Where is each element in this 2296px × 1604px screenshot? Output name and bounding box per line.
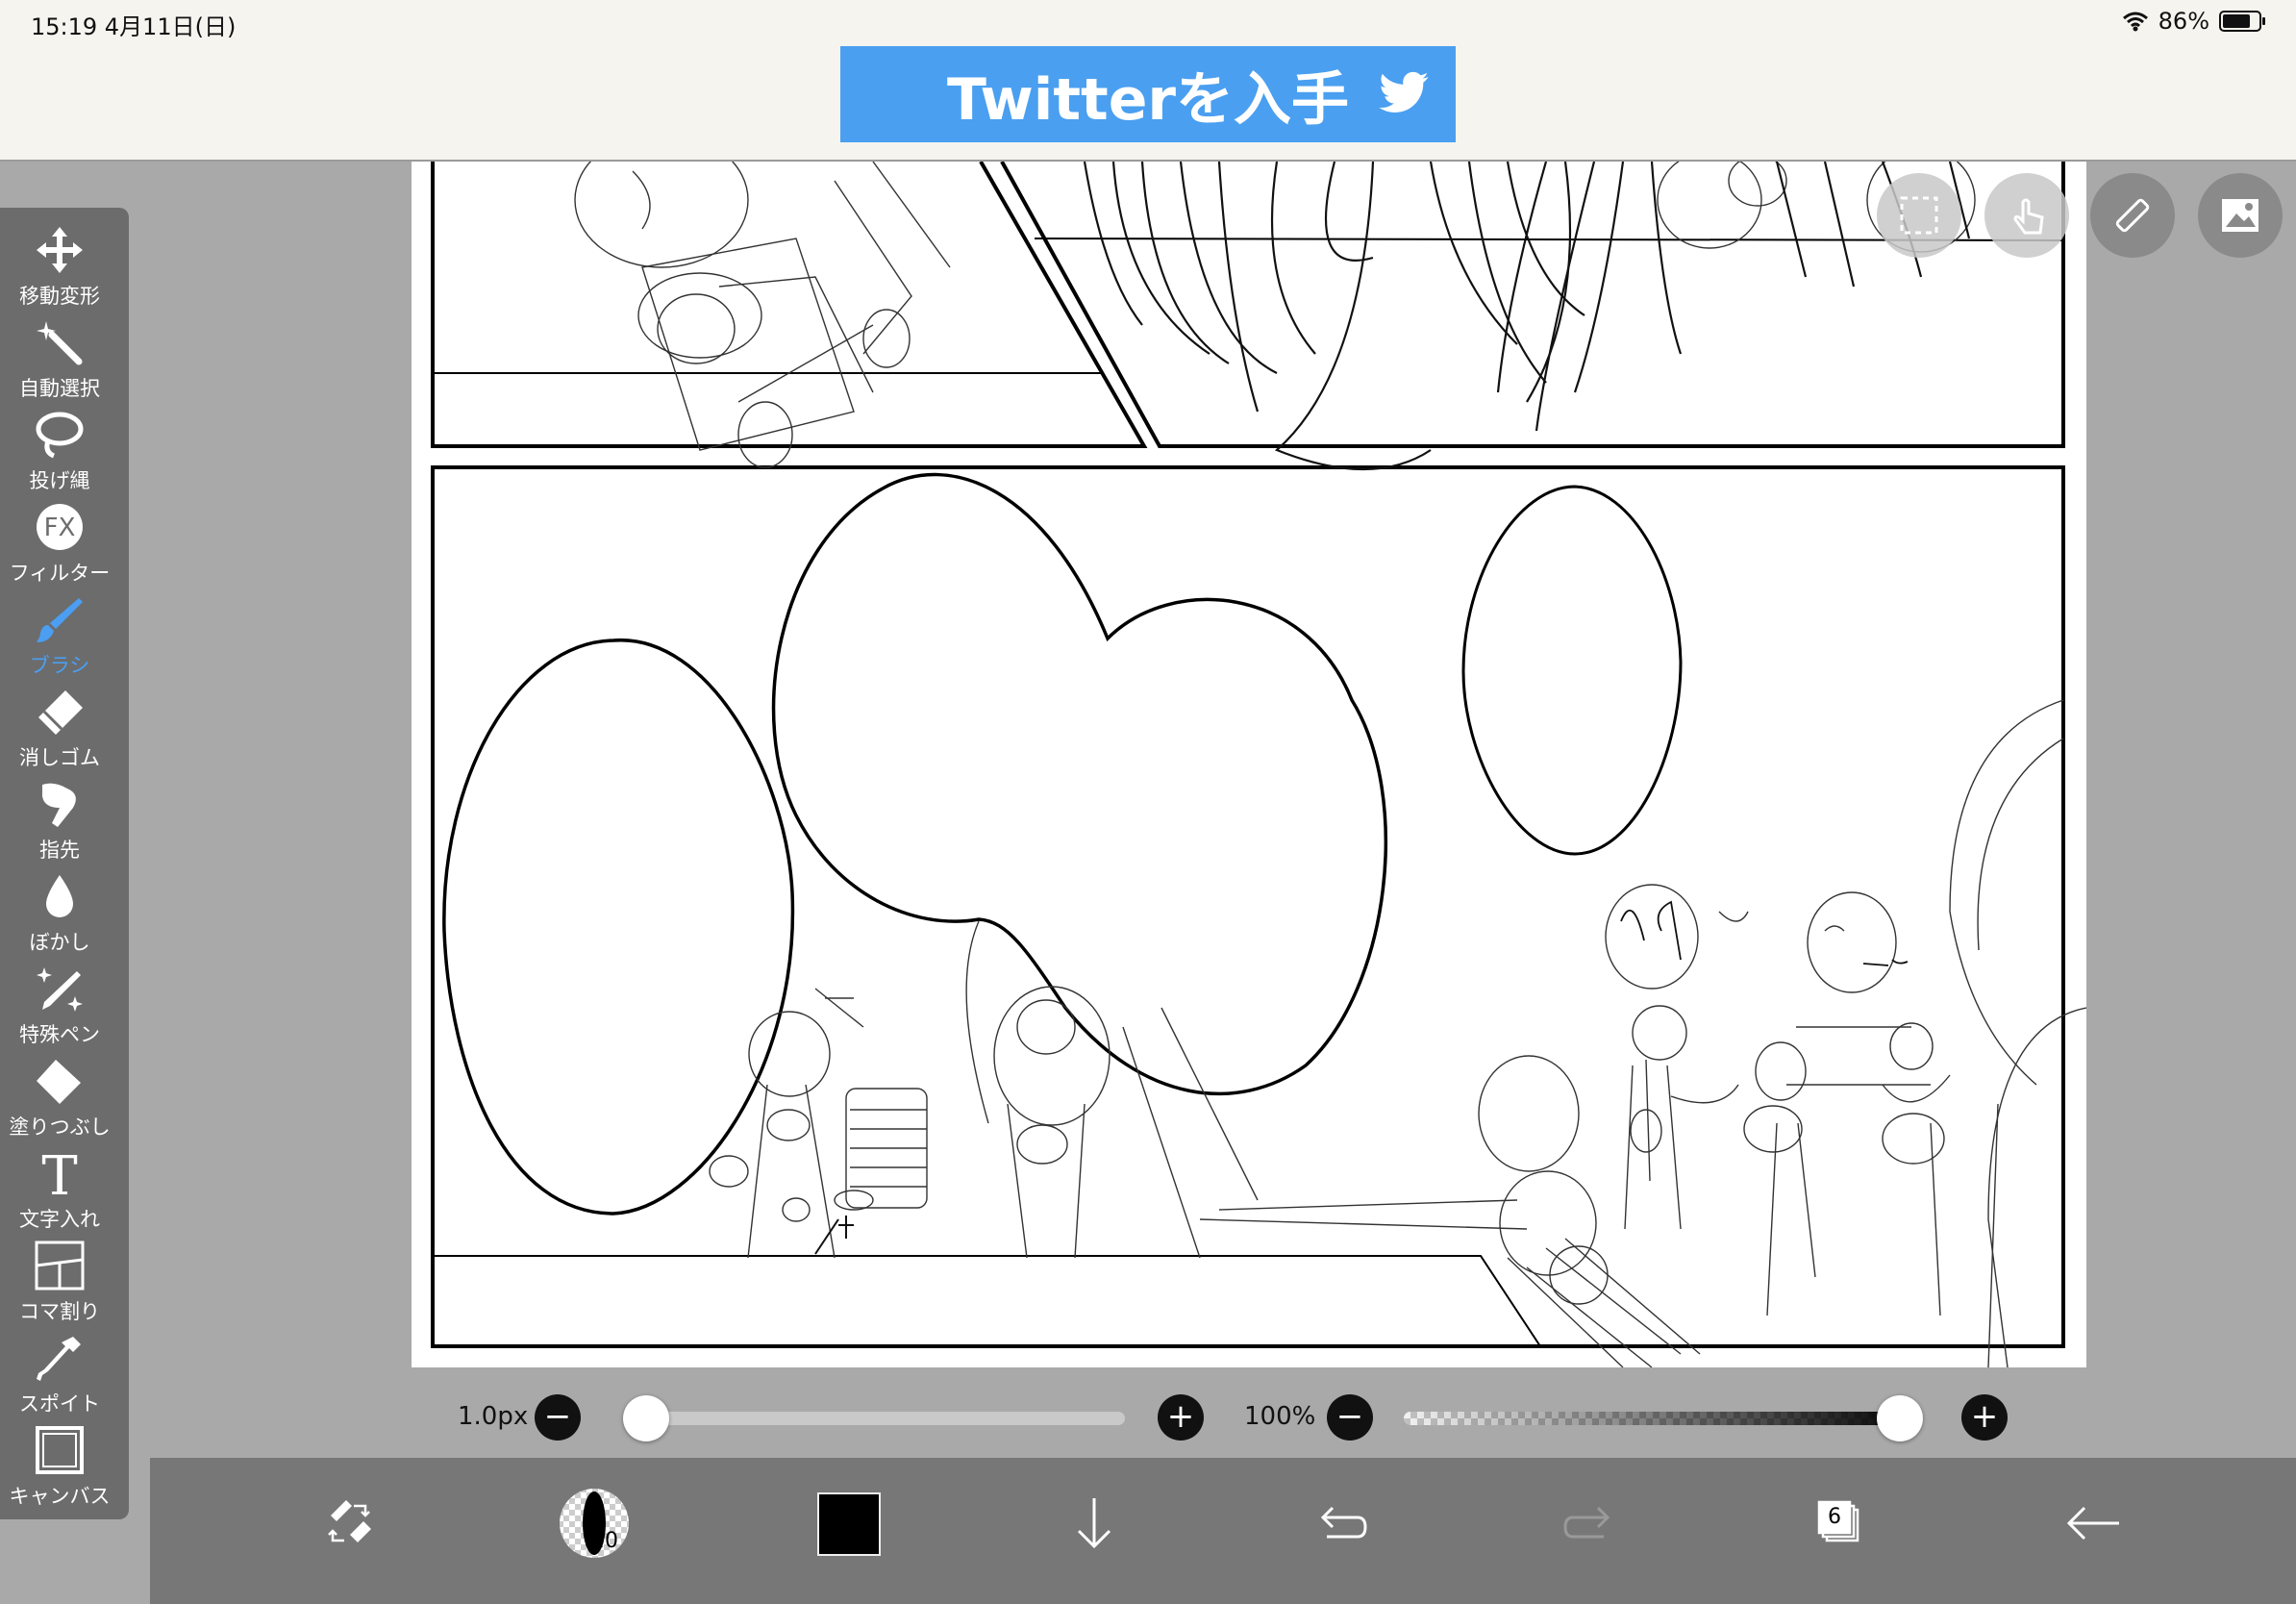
brush-size-label: 1.0px [458, 1402, 529, 1431]
ad-text: Twitterを入手 [947, 65, 1349, 134]
image-icon [2222, 199, 2259, 232]
tool-label: 自動選択 [19, 377, 100, 400]
tool-label: コマ割り [19, 1300, 100, 1323]
tool-label: 塗りつぶし [9, 1115, 111, 1139]
status-time: 15:19 4月11日(日) [31, 13, 237, 40]
wifi-icon [2122, 12, 2148, 32]
ad-banner[interactable]: Twitterを入手 [840, 46, 1456, 142]
ruler-icon [2115, 198, 2150, 233]
dashed-selection-icon [1900, 196, 1938, 235]
tool-filter[interactable]: FX フィルター [0, 498, 119, 590]
battery-icon [2219, 11, 2265, 32]
tool-brush[interactable]: ブラシ [0, 590, 119, 683]
tool-eraser[interactable]: 消しゴム [0, 683, 119, 775]
frame-divide-icon [35, 1241, 85, 1291]
svg-text:FX: FX [44, 514, 76, 542]
tool-move-transform[interactable]: 移動変形 [0, 221, 119, 313]
brush-slider-row: 1.0px − + 100% − + [0, 1375, 2296, 1452]
tool-label: 文字入れ [19, 1208, 100, 1231]
current-color-swatch [817, 1492, 881, 1556]
magic-wand-icon [37, 321, 83, 365]
brush-eraser-swap-button[interactable] [312, 1487, 385, 1560]
tool-text[interactable]: T 文字入れ [0, 1144, 119, 1237]
opacity-decrease-button[interactable]: − [1327, 1394, 1373, 1441]
undo-button[interactable] [1304, 1487, 1377, 1560]
fill-icon [37, 1060, 81, 1104]
bottom-toolbar: 1.0 6 [150, 1458, 2296, 1604]
color-button[interactable] [811, 1487, 885, 1560]
opacity-slider[interactable] [1404, 1395, 1923, 1441]
tool-finger[interactable]: 指先 [0, 775, 119, 867]
layers-button[interactable]: 6 [1804, 1487, 1877, 1560]
drawing-canvas[interactable] [412, 162, 2086, 1367]
brush-size-thumb[interactable] [623, 1395, 669, 1441]
ad-choices-icon[interactable] [842, 113, 867, 138]
manga-page-sketch [431, 162, 2086, 1367]
blur-drop-icon [46, 875, 73, 917]
status-indicators: 86% [2122, 8, 2265, 35]
brush-size-indicator[interactable]: 1.0 [558, 1487, 631, 1560]
arrow-down-icon [1077, 1498, 1111, 1549]
fx-icon: FX [37, 504, 83, 550]
ruler-button[interactable] [2090, 173, 2175, 258]
brush-icon [37, 598, 83, 642]
finger-tap-icon [2013, 198, 2044, 235]
move-icon [37, 227, 83, 273]
redo-button[interactable] [1554, 1487, 1627, 1560]
twitter-bird-icon [1379, 71, 1429, 113]
selection-toggle-button[interactable] [1877, 173, 1961, 258]
tool-blur[interactable]: ぼかし [0, 867, 119, 960]
layer-count: 6 [1828, 1505, 1841, 1529]
undo-icon [1320, 1506, 1367, 1539]
finger-icon [42, 783, 76, 827]
brush-size-number: 1.0 [585, 1529, 618, 1553]
tool-special-pen[interactable]: 特殊ペン [0, 960, 119, 1052]
tool-auto-select[interactable]: 自動選択 [0, 313, 119, 406]
arrow-left-icon [2066, 1506, 2119, 1541]
tool-palette: 移動変形 自動選択 投げ縄 FX フィルター ブラシ 消しゴム 指先 ぼかし 特… [0, 208, 129, 1519]
tool-lasso[interactable]: 投げ縄 [0, 406, 119, 498]
lasso-icon [36, 412, 84, 459]
tool-label: キャンバス [9, 1485, 111, 1508]
save-download-button[interactable] [1058, 1487, 1131, 1560]
tool-frame-divide[interactable]: コマ割り [0, 1237, 119, 1329]
tool-fill[interactable]: 塗りつぶし [0, 1052, 119, 1144]
tool-label: 移動変形 [19, 285, 100, 308]
battery-percent: 86% [2158, 8, 2209, 35]
tool-label: 指先 [39, 839, 80, 862]
tool-label: 投げ縄 [29, 469, 90, 492]
special-pen-icon [37, 967, 83, 1012]
tool-label: ぼかし [29, 931, 90, 954]
eraser-icon [38, 690, 83, 735]
swap-pen-eraser-icon [328, 1500, 371, 1542]
top-bar: 15:19 4月11日(日) 86% Twitterを入手 [0, 0, 2296, 162]
opacity-thumb[interactable] [1877, 1395, 1923, 1441]
opacity-increase-button[interactable]: + [1961, 1394, 2008, 1441]
touch-mode-button[interactable] [1984, 173, 2069, 258]
opacity-label: 100% [1244, 1402, 1316, 1431]
tool-label: 特殊ペン [19, 1023, 100, 1046]
material-button[interactable] [2198, 173, 2283, 258]
back-button[interactable] [2058, 1487, 2131, 1560]
size-decrease-button[interactable]: − [535, 1394, 581, 1441]
size-increase-button[interactable]: + [1158, 1394, 1204, 1441]
redo-icon [1563, 1506, 1610, 1539]
svg-text:T: T [41, 1148, 77, 1198]
tool-label: 消しゴム [19, 746, 100, 769]
text-icon: T [41, 1148, 77, 1198]
tool-label: フィルター [9, 562, 111, 585]
brush-size-slider[interactable] [623, 1395, 1125, 1441]
tool-label: ブラシ [29, 654, 90, 677]
